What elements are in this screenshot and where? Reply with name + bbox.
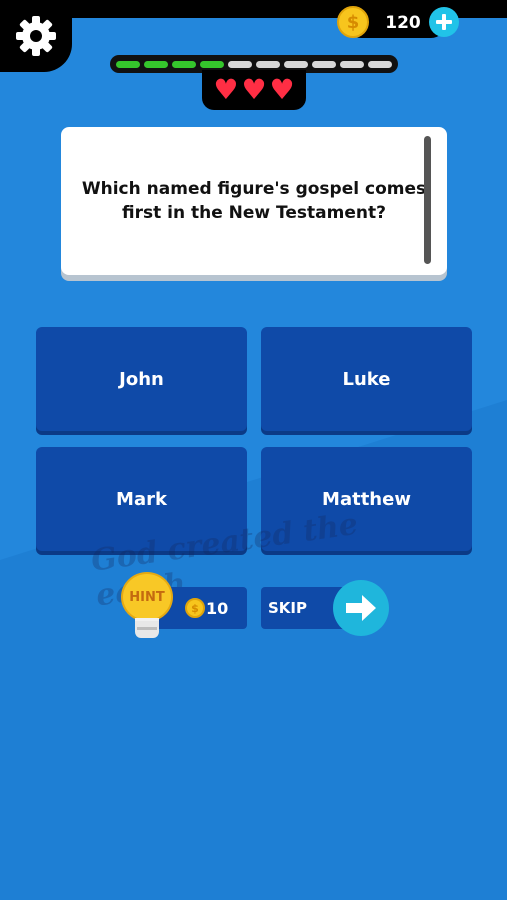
coin-count: 120 bbox=[385, 13, 421, 33]
progress-segment bbox=[368, 60, 392, 68]
heart-icon: ♥ bbox=[269, 73, 295, 106]
answer-button-3[interactable]: Mark bbox=[36, 447, 247, 551]
answer-button-1[interactable]: John bbox=[36, 327, 247, 431]
lives: ♥ ♥ ♥ bbox=[202, 70, 306, 110]
progress-segment bbox=[340, 60, 364, 68]
skip-label: SKIP bbox=[268, 599, 308, 617]
question-text: Which named figure's gospel comes first … bbox=[81, 179, 427, 223]
plus-icon bbox=[436, 14, 452, 30]
progress-segment bbox=[116, 60, 140, 68]
coin-icon: $ bbox=[185, 598, 205, 618]
hint-coin-symbol: $ bbox=[191, 601, 199, 615]
progress-segment bbox=[172, 60, 196, 68]
answer-button-4[interactable]: Matthew bbox=[261, 447, 472, 551]
coin-icon: $ bbox=[337, 6, 369, 38]
progress-segment bbox=[144, 60, 168, 68]
answer-button-2[interactable]: Luke bbox=[261, 327, 472, 431]
progress-segment bbox=[256, 60, 280, 68]
hint-label: HINT bbox=[121, 572, 173, 622]
arrow-right-icon[interactable] bbox=[333, 580, 389, 636]
question-scrollbar[interactable] bbox=[424, 136, 431, 264]
progress-segment bbox=[200, 60, 224, 68]
coin-symbol: $ bbox=[346, 11, 360, 33]
progress-segment bbox=[284, 60, 308, 68]
add-coins-button[interactable] bbox=[429, 7, 459, 37]
lightbulb-base bbox=[135, 618, 159, 638]
lightbulb-icon[interactable]: HINT bbox=[121, 572, 173, 642]
progress-segment bbox=[312, 60, 336, 68]
heart-icon: ♥ bbox=[241, 73, 267, 106]
hint-cost: 10 bbox=[206, 598, 229, 618]
settings-button[interactable] bbox=[0, 0, 72, 72]
question-card: Which named figure's gospel comes first … bbox=[61, 127, 447, 275]
progress-segment bbox=[228, 60, 252, 68]
heart-icon: ♥ bbox=[213, 73, 239, 106]
gear-icon bbox=[16, 16, 56, 56]
